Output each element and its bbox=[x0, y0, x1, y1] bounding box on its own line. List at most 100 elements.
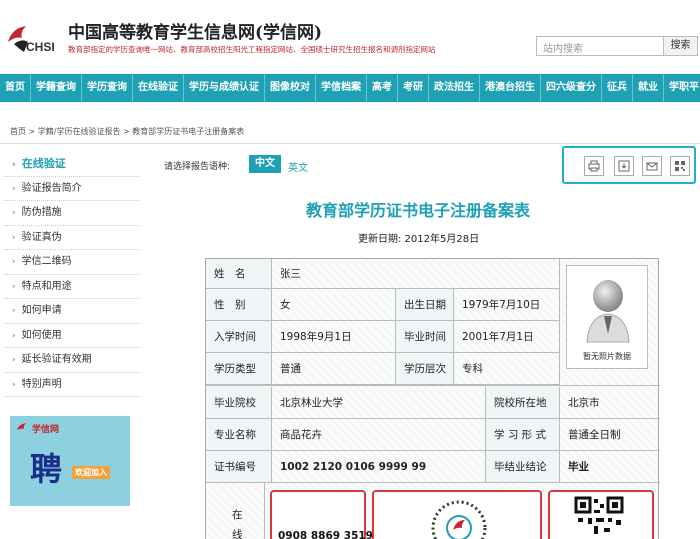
sidebar-item[interactable]: › 如何申请 bbox=[4, 299, 140, 324]
type-value: 普通 bbox=[272, 353, 396, 385]
photo-box: 暂无照片数据 bbox=[566, 265, 648, 369]
language-english-link[interactable]: 英文 bbox=[288, 159, 308, 174]
gender-label: 性 别 bbox=[206, 289, 272, 321]
location-value: 北京市 bbox=[560, 387, 660, 419]
chevron-right-icon: › bbox=[12, 306, 16, 316]
sidebar: › 在线验证 › 验证报告简介 › 防伪措施 › 验证真伪 › 学信二维码 › 特点和用途 › 如何申请 ›… bbox=[4, 152, 140, 397]
sidebar-item[interactable]: › 在线验证 bbox=[4, 152, 140, 177]
result-value: 毕业 bbox=[560, 451, 660, 483]
sidebar-item-label: 验证真伪 bbox=[21, 231, 62, 243]
major-label: 专业名称 bbox=[206, 419, 272, 451]
bird-icon bbox=[17, 423, 26, 430]
sidebar-item-label: 特点和用途 bbox=[21, 280, 72, 292]
banner-small-text: 欢迎加入 bbox=[72, 466, 110, 479]
site-subtitle: 教育部指定的学历查询唯一网站、教育部高校招生阳光工程指定网站、全国硕士研究生招生… bbox=[68, 45, 436, 54]
divider bbox=[0, 143, 700, 144]
divider bbox=[206, 385, 660, 386]
nav-item[interactable]: 学职平台 bbox=[664, 74, 700, 102]
grad-label: 毕业时间 bbox=[396, 321, 454, 353]
mail-button[interactable] bbox=[642, 156, 662, 176]
banner-big-text: 聘 bbox=[30, 450, 63, 488]
sidebar-item[interactable]: › 延长验证有效期 bbox=[4, 348, 140, 373]
chevron-right-icon: › bbox=[12, 160, 16, 170]
sidebar-item-label: 如何使用 bbox=[21, 329, 62, 341]
header: CHSI 中国高等教育学生信息网(学信网) 教育部指定的学历查询唯一网站、教育部… bbox=[0, 0, 700, 72]
sidebar-item[interactable]: › 验证报告简介 bbox=[4, 177, 140, 201]
nav-item[interactable]: 学历与成绩认证 bbox=[184, 74, 265, 102]
sidebar-item[interactable]: › 如何使用 bbox=[4, 324, 140, 348]
result-label: 毕结业结论 bbox=[486, 451, 560, 483]
study-form-label: 学 习 形 式 bbox=[486, 419, 560, 451]
search-input[interactable]: 站内搜索 bbox=[536, 36, 664, 56]
sidebar-item[interactable]: › 验证真伪 bbox=[4, 226, 140, 250]
sidebar-item-label: 特别声明 bbox=[21, 378, 62, 390]
qrcode-box bbox=[548, 490, 654, 539]
sidebar-item-label: 如何申请 bbox=[21, 305, 62, 316]
chevron-right-icon: › bbox=[12, 281, 16, 292]
print-button[interactable] bbox=[584, 156, 604, 176]
download-button[interactable] bbox=[614, 156, 634, 176]
sidebar-item-label: 延长验证有效期 bbox=[21, 354, 92, 365]
nav-item[interactable]: 学籍查询 bbox=[31, 74, 82, 102]
cert-value: 1002 2120 0106 9999 99 bbox=[272, 451, 486, 483]
photo-caption: 暂无照片数据 bbox=[583, 352, 631, 361]
level-value: 专科 bbox=[454, 353, 560, 385]
print-icon bbox=[588, 160, 600, 172]
study-form-value: 普通全日制 bbox=[560, 419, 660, 451]
birth-value: 1979年7月10日 bbox=[454, 289, 560, 321]
sidebar-item[interactable]: › 特点和用途 bbox=[4, 275, 140, 299]
language-label: 请选择报告语种: bbox=[164, 162, 231, 172]
sidebar-item-label: 学信二维码 bbox=[21, 256, 72, 267]
nav-item[interactable]: 学历查询 bbox=[82, 74, 133, 102]
qrcode-button[interactable] bbox=[670, 156, 690, 176]
enroll-value: 1998年9月1日 bbox=[272, 321, 396, 353]
sidebar-item[interactable]: › 特别声明 bbox=[4, 373, 140, 397]
nav-item[interactable]: 图像校对 bbox=[265, 74, 316, 102]
nav-item[interactable]: 征兵 bbox=[602, 74, 633, 102]
search-button[interactable]: 搜索 bbox=[664, 36, 698, 56]
birth-label: 出生日期 bbox=[396, 289, 454, 321]
sidebar-item-label: 防伪措施 bbox=[21, 207, 62, 218]
nav-item[interactable]: 首页 bbox=[0, 74, 31, 102]
chevron-right-icon: › bbox=[12, 379, 16, 390]
chevron-right-icon: › bbox=[12, 257, 16, 267]
major-value: 商品花卉 bbox=[272, 419, 486, 451]
sidebar-item-label: 验证报告简介 bbox=[21, 182, 82, 194]
qrcode-icon bbox=[675, 161, 685, 171]
name-value: 张三 bbox=[272, 259, 560, 289]
level-label: 学历层次 bbox=[396, 353, 454, 385]
chevron-right-icon: › bbox=[12, 183, 16, 194]
recruit-banner[interactable]: 学信网 聘 欢迎加入 bbox=[10, 416, 130, 506]
nav-item[interactable]: 考研 bbox=[398, 74, 429, 102]
main-nav: 首页 学籍查询 学历查询 在线验证 学历与成绩认证 图像校对 学信档案 高考 考研 政法招生 港澳台… bbox=[0, 74, 700, 102]
language-chinese-button[interactable]: 中文 bbox=[249, 155, 281, 173]
sidebar-item-label: 在线验证 bbox=[21, 157, 66, 170]
online-verify-label: 在线 bbox=[232, 509, 243, 539]
banner-label: 学信网 bbox=[32, 425, 60, 435]
school-value: 北京林业大学 bbox=[272, 387, 486, 419]
avatar-placeholder-icon bbox=[586, 280, 630, 343]
qrcode-icon[interactable] bbox=[574, 496, 624, 539]
chevron-right-icon: › bbox=[12, 355, 16, 365]
breadcrumb: 首页 > 学籍/学历在线验证报告 > 教育部学历证书电子注册备案表 bbox=[10, 127, 245, 136]
type-label: 学历类型 bbox=[206, 353, 272, 385]
download-icon bbox=[618, 160, 630, 172]
nav-item[interactable]: 政法招生 bbox=[429, 74, 480, 102]
school-label: 毕业院校 bbox=[206, 387, 272, 419]
site-title[interactable]: 中国高等教育学生信息网(学信网) bbox=[68, 18, 322, 43]
chevron-right-icon: › bbox=[12, 232, 16, 243]
nav-item[interactable]: 学信档案 bbox=[316, 74, 367, 102]
nav-item[interactable]: 四六级查分 bbox=[541, 74, 602, 102]
enroll-label: 入学时间 bbox=[206, 321, 272, 353]
chevron-right-icon: › bbox=[12, 208, 16, 218]
nav-item[interactable]: 港澳台招生 bbox=[480, 74, 541, 102]
verify-code[interactable]: 0908 8869 3519 bbox=[278, 530, 373, 539]
nav-item[interactable]: 高考 bbox=[367, 74, 398, 102]
cert-label: 证书编号 bbox=[206, 451, 272, 483]
mail-icon bbox=[646, 162, 658, 171]
sidebar-item[interactable]: › 学信二维码 bbox=[4, 250, 140, 275]
sidebar-item[interactable]: › 防伪措施 bbox=[4, 201, 140, 226]
nav-item[interactable]: 在线验证 bbox=[133, 74, 184, 102]
miniprogram-code-icon[interactable] bbox=[429, 498, 489, 539]
nav-item[interactable]: 就业 bbox=[633, 74, 664, 102]
